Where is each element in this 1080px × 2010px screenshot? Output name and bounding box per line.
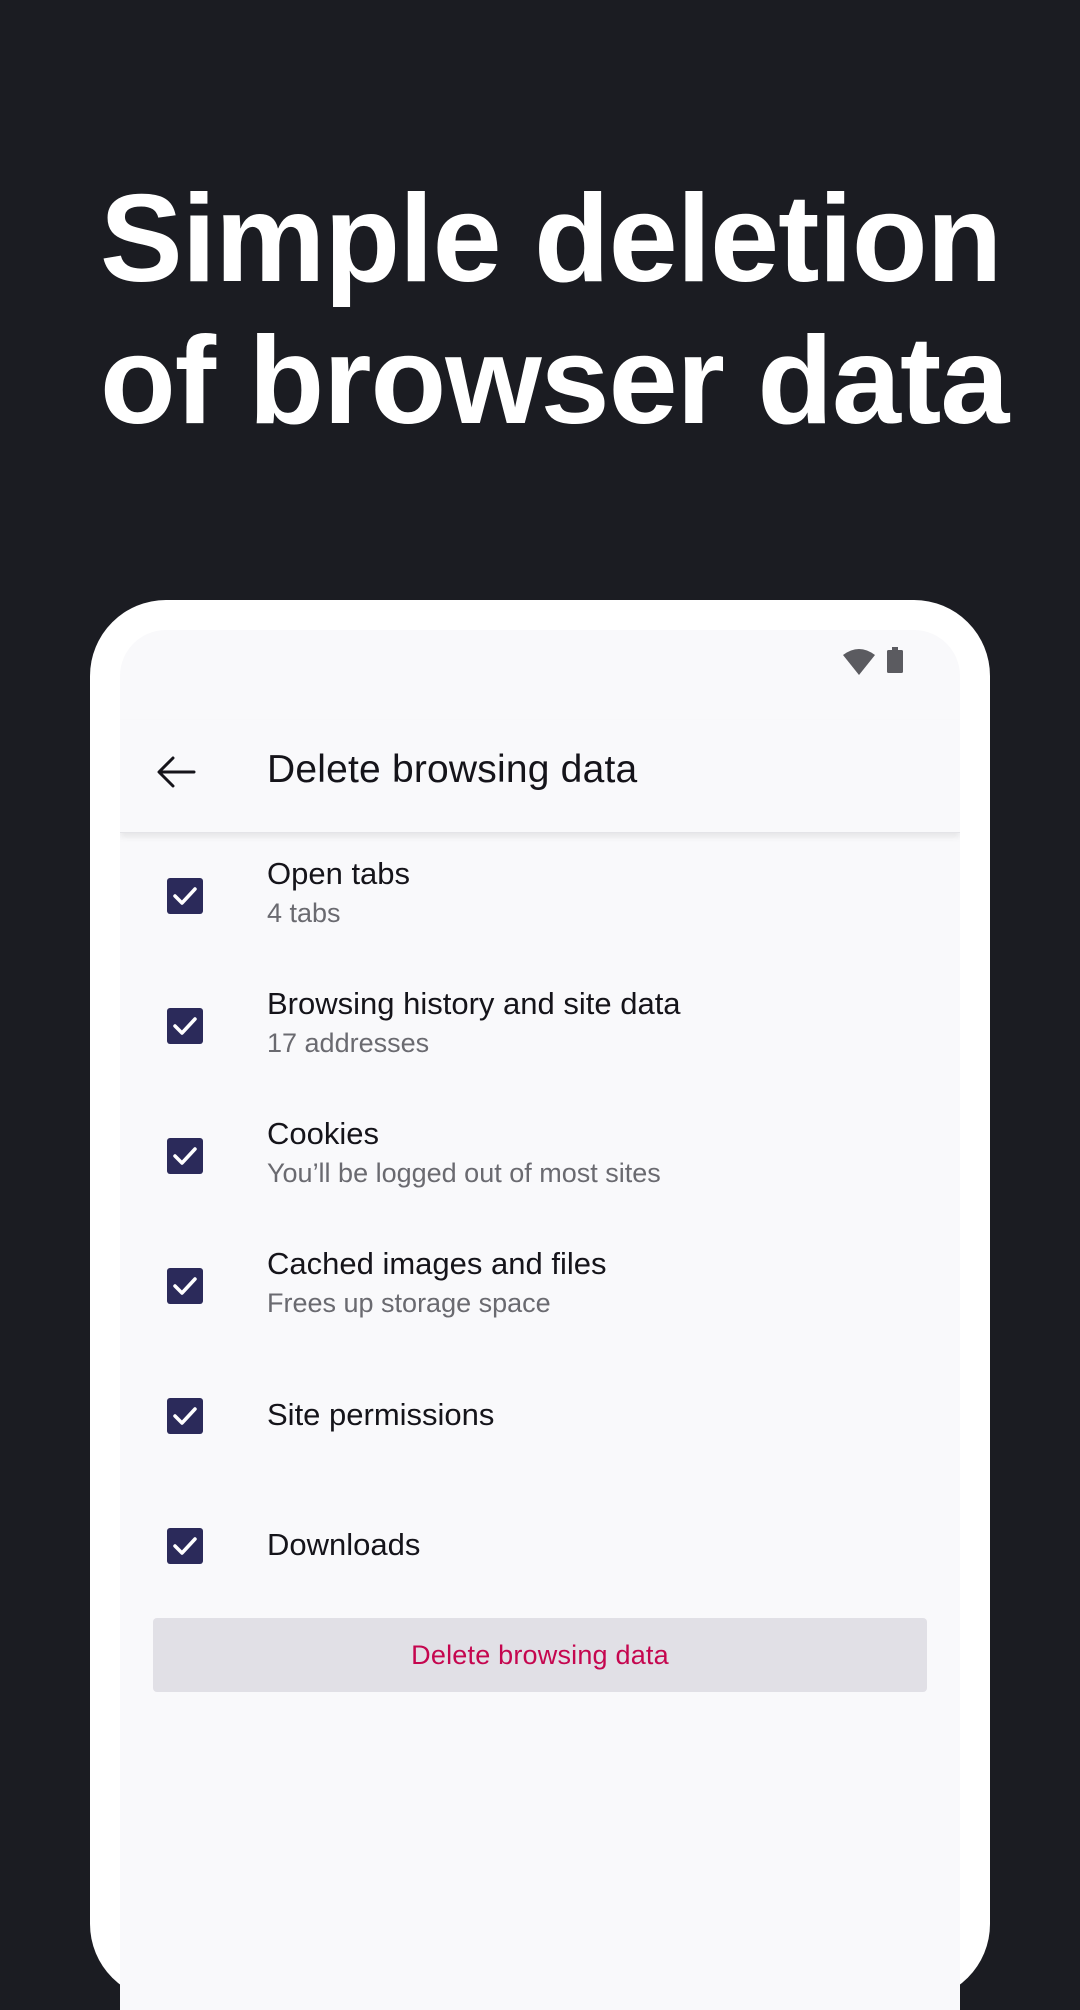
arrow-left-icon (157, 756, 196, 788)
delete-browsing-data-button[interactable]: Delete browsing data (153, 1618, 927, 1692)
option-subtitle: Frees up storage space (267, 1288, 551, 1318)
wifi-icon (843, 649, 875, 675)
checkbox-downloads[interactable] (167, 1528, 203, 1564)
app-bar: Delete browsing data (120, 720, 960, 833)
checkbox-site-permissions[interactable] (167, 1398, 203, 1434)
option-subtitle: 4 tabs (267, 898, 341, 928)
option-label: Browsing history and site data (267, 986, 681, 1021)
headline-line-2: of browser data (100, 312, 1009, 450)
option-label: Site permissions (267, 1397, 495, 1432)
option-browsing-history[interactable]: Browsing history and site data 17 addres… (120, 962, 960, 1092)
checkbox-cookies[interactable] (167, 1138, 203, 1174)
option-subtitle: You’ll be logged out of most sites (267, 1158, 661, 1188)
option-cached-images[interactable]: Cached images and files Frees up storage… (120, 1222, 960, 1352)
back-button[interactable] (146, 742, 206, 802)
option-downloads[interactable]: Downloads (120, 1482, 960, 1612)
device-frame: Delete browsing data Open tabs 4 tabs Br… (90, 600, 990, 2010)
check-icon (173, 887, 197, 905)
battery-icon (887, 647, 903, 673)
option-label: Downloads (267, 1527, 421, 1562)
page-title: Delete browsing data (267, 748, 638, 791)
check-icon (173, 1017, 197, 1035)
phone-screen: Delete browsing data Open tabs 4 tabs Br… (120, 630, 960, 2010)
option-cookies[interactable]: Cookies You’ll be logged out of most sit… (120, 1092, 960, 1222)
option-site-permissions[interactable]: Site permissions (120, 1352, 960, 1482)
status-bar (120, 630, 960, 700)
checkbox-cached-images[interactable] (167, 1268, 203, 1304)
check-icon (173, 1407, 197, 1425)
option-open-tabs[interactable]: Open tabs 4 tabs (120, 832, 960, 962)
checkbox-browsing-history[interactable] (167, 1008, 203, 1044)
option-subtitle: 17 addresses (267, 1028, 430, 1058)
check-icon (173, 1537, 197, 1555)
headline-line-1: Simple deletion (100, 170, 1002, 308)
option-label: Open tabs (267, 856, 411, 891)
headline: Simple deletion of browser data (100, 168, 1009, 452)
checkbox-open-tabs[interactable] (167, 878, 203, 914)
check-icon (173, 1147, 197, 1165)
option-label: Cookies (267, 1116, 379, 1151)
option-label: Cached images and files (267, 1246, 607, 1281)
check-icon (173, 1277, 197, 1295)
